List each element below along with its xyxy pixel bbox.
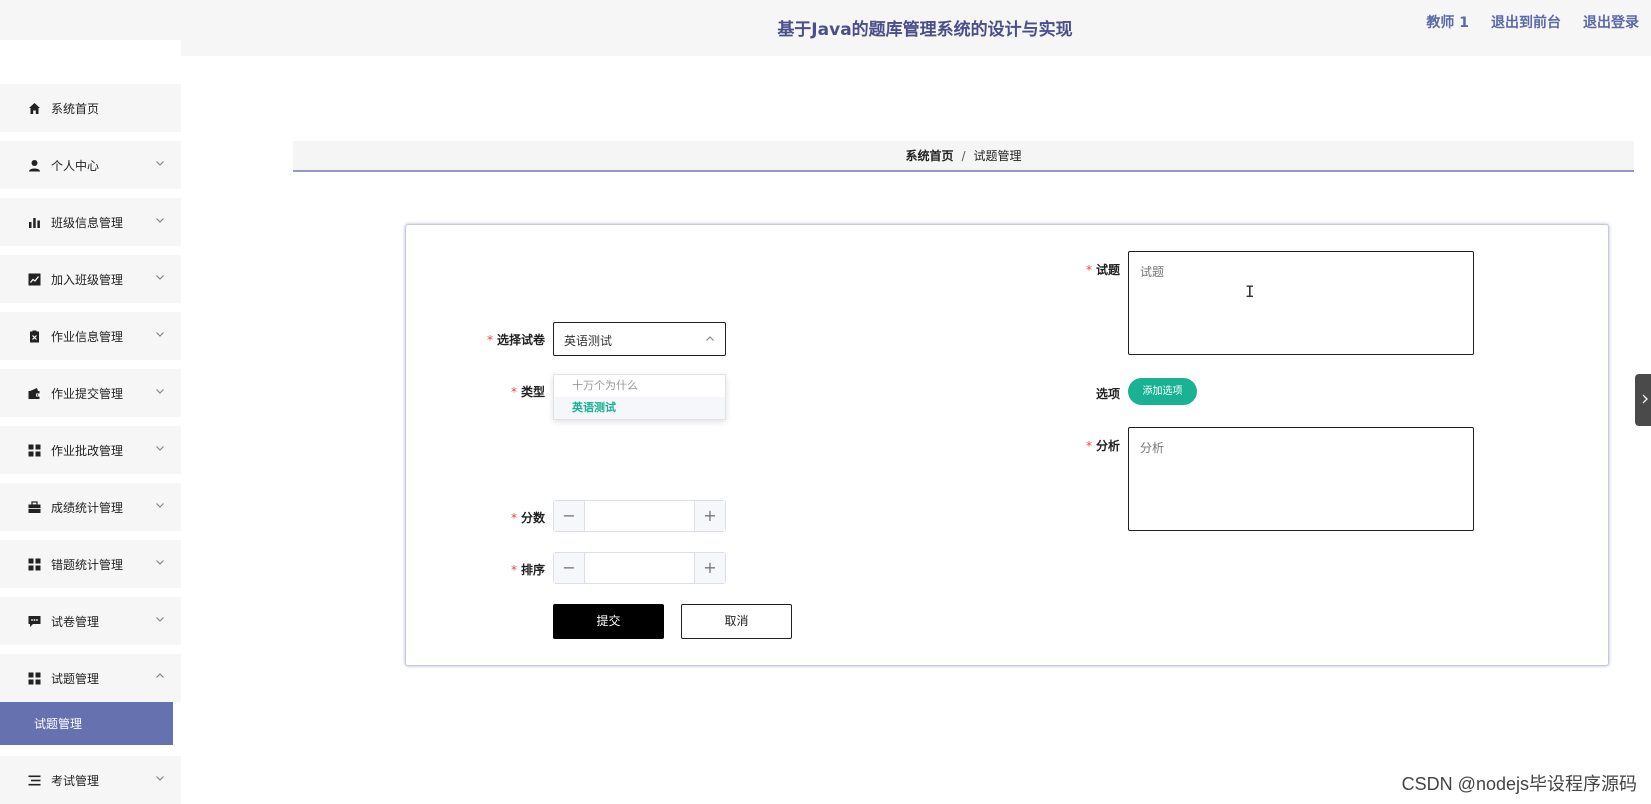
- chevron-down-icon: [156, 446, 164, 451]
- message-icon: [27, 614, 41, 628]
- sidebar-item-label: 试题管理: [51, 671, 100, 686]
- order-stepper: − +: [553, 552, 726, 584]
- user-icon: [27, 158, 41, 172]
- sidebar-item-paper[interactable]: 试卷管理: [0, 597, 181, 645]
- home-icon: [27, 101, 41, 115]
- sidebar-item-label: 错题统计管理: [51, 557, 124, 572]
- user-name-link[interactable]: 教师 1: [1426, 12, 1469, 32]
- score-stepper: − +: [553, 500, 726, 532]
- chevron-up-icon: [706, 336, 714, 341]
- sidebar-item-homework-grading[interactable]: 作业批改管理: [0, 426, 181, 474]
- sidebar-item-class-info[interactable]: 班级信息管理: [0, 198, 181, 246]
- paper-dropdown: 十万个为什么 英语测试: [553, 374, 726, 420]
- analysis-label: * 分析: [1085, 439, 1120, 453]
- breadcrumb-home[interactable]: 系统首页: [905, 147, 953, 164]
- chevron-down-icon: [156, 560, 164, 565]
- breadcrumb-current: 试题管理: [973, 149, 1022, 163]
- cancel-button[interactable]: 取消: [681, 604, 792, 639]
- grid-icon: [27, 557, 41, 571]
- paper-select-value: 英语测试: [564, 334, 613, 348]
- sidebar: 系统首页 个人中心 班级信息管理 加入班级管理 作业信息管理 作业提交管理 作业…: [0, 40, 181, 804]
- score-label: * 分数: [510, 511, 545, 525]
- sidebar-item-exam[interactable]: 考试管理: [0, 756, 181, 804]
- sidebar-item-homework-info[interactable]: 作业信息管理: [0, 312, 181, 360]
- chevron-right-icon: [1642, 394, 1648, 404]
- sidebar-item-label: 作业信息管理: [51, 329, 124, 344]
- options-label: 选项: [1095, 387, 1120, 401]
- chevron-down-icon: [156, 275, 164, 280]
- sidebar-item-label: 个人中心: [51, 158, 100, 173]
- top-header: 基于Java的题库管理系统的设计与实现 教师 1 退出到前台 退出登录: [0, 0, 1651, 56]
- sidebar-item-profile[interactable]: 个人中心: [0, 141, 181, 189]
- chevron-down-icon: [156, 776, 164, 781]
- analysis-textarea[interactable]: [1128, 427, 1474, 531]
- back-to-front-link[interactable]: 退出到前台: [1491, 12, 1561, 32]
- chevron-down-icon: [156, 332, 164, 337]
- logout-link[interactable]: 退出登录: [1583, 12, 1639, 32]
- chevron-down-icon: [156, 389, 164, 394]
- app-title: 基于Java的题库管理系统的设计与实现: [777, 20, 1073, 40]
- submit-button[interactable]: 提交: [553, 604, 664, 639]
- order-input[interactable]: [586, 554, 694, 582]
- score-decrement-button[interactable]: −: [554, 501, 585, 531]
- chevron-up-icon: [156, 673, 164, 678]
- score-input[interactable]: [586, 502, 694, 530]
- sidebar-item-label: 加入班级管理: [51, 272, 124, 287]
- paper-select[interactable]: 英语测试: [553, 322, 726, 356]
- bar-chart-icon: [27, 215, 41, 229]
- order-increment-button[interactable]: +: [694, 553, 725, 583]
- grid-icon: [27, 671, 41, 685]
- sidebar-item-label: 班级信息管理: [51, 215, 124, 230]
- order-label: * 排序: [510, 563, 545, 577]
- sidebar-item-home[interactable]: 系统首页: [0, 84, 181, 132]
- order-decrement-button[interactable]: −: [554, 553, 585, 583]
- sidebar-item-label: 系统首页: [51, 101, 100, 116]
- list-icon: [27, 773, 41, 787]
- type-label: * 类型: [510, 385, 545, 399]
- line-chart-icon: [27, 272, 41, 286]
- sidebar-item-label: 成绩统计管理: [51, 500, 124, 515]
- dropdown-option[interactable]: 十万个为什么: [554, 375, 725, 397]
- chevron-down-icon: [156, 503, 164, 508]
- add-option-button[interactable]: 添加选项: [1128, 378, 1197, 405]
- side-drawer-toggle[interactable]: [1635, 374, 1651, 426]
- clipboard-icon: [27, 329, 41, 343]
- sidebar-item-homework-submit[interactable]: 作业提交管理: [0, 369, 181, 417]
- question-label: * 试题: [1085, 263, 1120, 277]
- breadcrumb: 系统首页 / 试题管理: [293, 141, 1634, 172]
- submenu-item-question-manage[interactable]: 试题管理: [0, 702, 173, 745]
- sidebar-item-score-stats[interactable]: 成绩统计管理: [0, 483, 181, 531]
- watermark: CSDN @nodejs毕设程序源码: [1401, 774, 1637, 794]
- score-increment-button[interactable]: +: [694, 501, 725, 531]
- paper-label: * 选择试卷: [486, 333, 545, 347]
- sidebar-item-wrong-stats[interactable]: 错题统计管理: [0, 540, 181, 588]
- sidebar-item-label: 作业提交管理: [51, 386, 124, 401]
- chevron-down-icon: [156, 161, 164, 166]
- sidebar-item-label: 试卷管理: [51, 614, 100, 629]
- chevron-down-icon: [156, 617, 164, 622]
- grid-icon: [27, 443, 41, 457]
- user-nav: 教师 1 退出到前台 退出登录: [1426, 12, 1651, 32]
- dropdown-option-selected[interactable]: 英语测试: [554, 397, 725, 419]
- question-textarea[interactable]: [1128, 251, 1474, 355]
- breadcrumb-separator: /: [961, 148, 966, 163]
- sidebar-item-label: 考试管理: [51, 773, 100, 788]
- text-cursor-icon: I: [1245, 282, 1255, 301]
- briefcase-icon: [27, 500, 41, 514]
- chevron-down-icon: [156, 218, 164, 223]
- wallet-icon: [27, 386, 41, 400]
- sidebar-item-label: 作业批改管理: [51, 443, 124, 458]
- sidebar-item-question[interactable]: 试题管理: [0, 654, 181, 702]
- sidebar-item-join-class[interactable]: 加入班级管理: [0, 255, 181, 303]
